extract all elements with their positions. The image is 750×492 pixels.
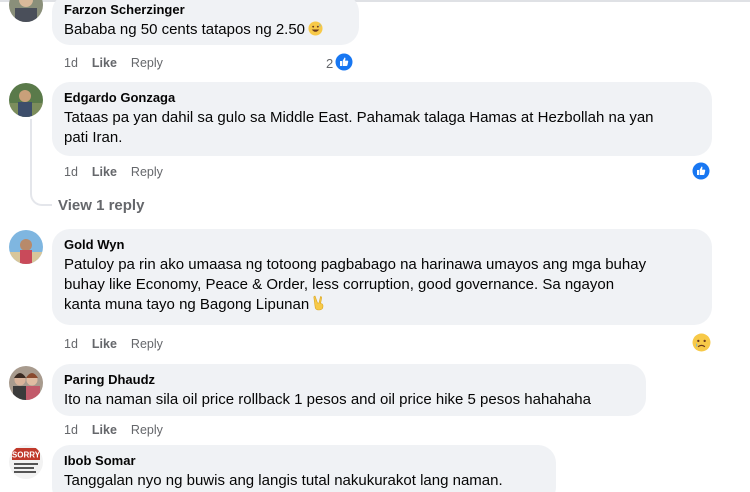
thread-connector: [30, 119, 52, 206]
comment-text: Ito na naman sila oil price rollback 1 p…: [64, 391, 591, 408]
avatar[interactable]: [9, 0, 43, 22]
comment-actions: 1d Like Reply: [64, 164, 163, 180]
sad-reaction-icon: [692, 333, 711, 355]
comment-author[interactable]: Ibob Somar: [64, 452, 544, 469]
reaction-summary[interactable]: 2: [326, 53, 353, 74]
like-button[interactable]: Like: [92, 336, 117, 352]
avatar[interactable]: [9, 230, 43, 264]
comment-actions: 1d Like Reply: [64, 422, 163, 438]
like-reaction-icon: [335, 53, 353, 74]
comment-text: Bababa ng 50 cents tatapos ng 2.50: [64, 20, 347, 42]
grinning-sweat-emoji: [308, 21, 323, 42]
reaction-count: 2: [326, 56, 334, 71]
comment-time[interactable]: 1d: [64, 164, 78, 180]
like-button[interactable]: Like: [92, 422, 117, 438]
avatar-sign-text: SORRY: [12, 451, 41, 460]
comments-panel: Farzon Scherzinger Bababa ng 50 cents ta…: [0, 0, 750, 492]
comment-bubble: Paring Dhaudz Ito na naman sila oil pric…: [52, 364, 646, 416]
comment-author[interactable]: Edgardo Gonzaga: [64, 89, 700, 106]
comment-text-line: Tataas pa yan dahil sa gulo sa Middle Ea…: [64, 109, 654, 126]
reply-button[interactable]: Reply: [131, 422, 163, 438]
comment-text: Tanggalan nyo ng buwis ang langis tutal …: [64, 472, 503, 489]
avatar[interactable]: [9, 366, 43, 400]
comment-author[interactable]: Farzon Scherzinger: [64, 1, 347, 18]
victory-hand-emoji: [312, 295, 326, 317]
comment-time[interactable]: 1d: [64, 422, 78, 438]
comment-text-line: kanta muna tayo ng Bagong Lipunan: [64, 295, 700, 317]
comment-text-line: Patuloy pa rin ako umaasa ng totoong pag…: [64, 256, 647, 273]
comment-actions: 1d Like Reply: [64, 336, 163, 352]
comment-text-line: buhay like Economy, Peace & Order, less …: [64, 276, 615, 293]
comment-actions: 1d Like Reply: [64, 55, 163, 71]
avatar[interactable]: SORRY: [9, 445, 43, 479]
comment-text-line: pati Iran.: [64, 129, 123, 146]
reply-button[interactable]: Reply: [131, 164, 163, 180]
comment-bubble: Edgardo Gonzaga Tataas pa yan dahil sa g…: [52, 82, 712, 156]
comment-bubble: Ibob Somar Tanggalan nyo ng buwis ang la…: [52, 445, 556, 492]
like-button[interactable]: Like: [92, 55, 117, 71]
like-reaction-icon: [692, 162, 710, 183]
comment-time[interactable]: 1d: [64, 55, 78, 71]
like-button[interactable]: Like: [92, 164, 117, 180]
comment-author[interactable]: Gold Wyn: [64, 236, 700, 253]
view-replies-link[interactable]: View 1 reply: [58, 197, 144, 214]
reply-button[interactable]: Reply: [131, 336, 163, 352]
reaction-summary[interactable]: [692, 333, 711, 355]
comment-text-content: Bababa ng 50 cents tatapos ng 2.50: [64, 21, 306, 38]
reaction-summary[interactable]: [692, 162, 710, 183]
avatar[interactable]: [9, 83, 43, 117]
comment-bubble: Gold Wyn Patuloy pa rin ako umaasa ng to…: [52, 229, 712, 325]
reply-button[interactable]: Reply: [131, 55, 163, 71]
comment-author[interactable]: Paring Dhaudz: [64, 371, 634, 388]
comment-bubble: Farzon Scherzinger Bababa ng 50 cents ta…: [52, 0, 359, 45]
comment-text-content: kanta muna tayo ng Bagong Lipunan: [64, 296, 310, 313]
comment-time[interactable]: 1d: [64, 336, 78, 352]
